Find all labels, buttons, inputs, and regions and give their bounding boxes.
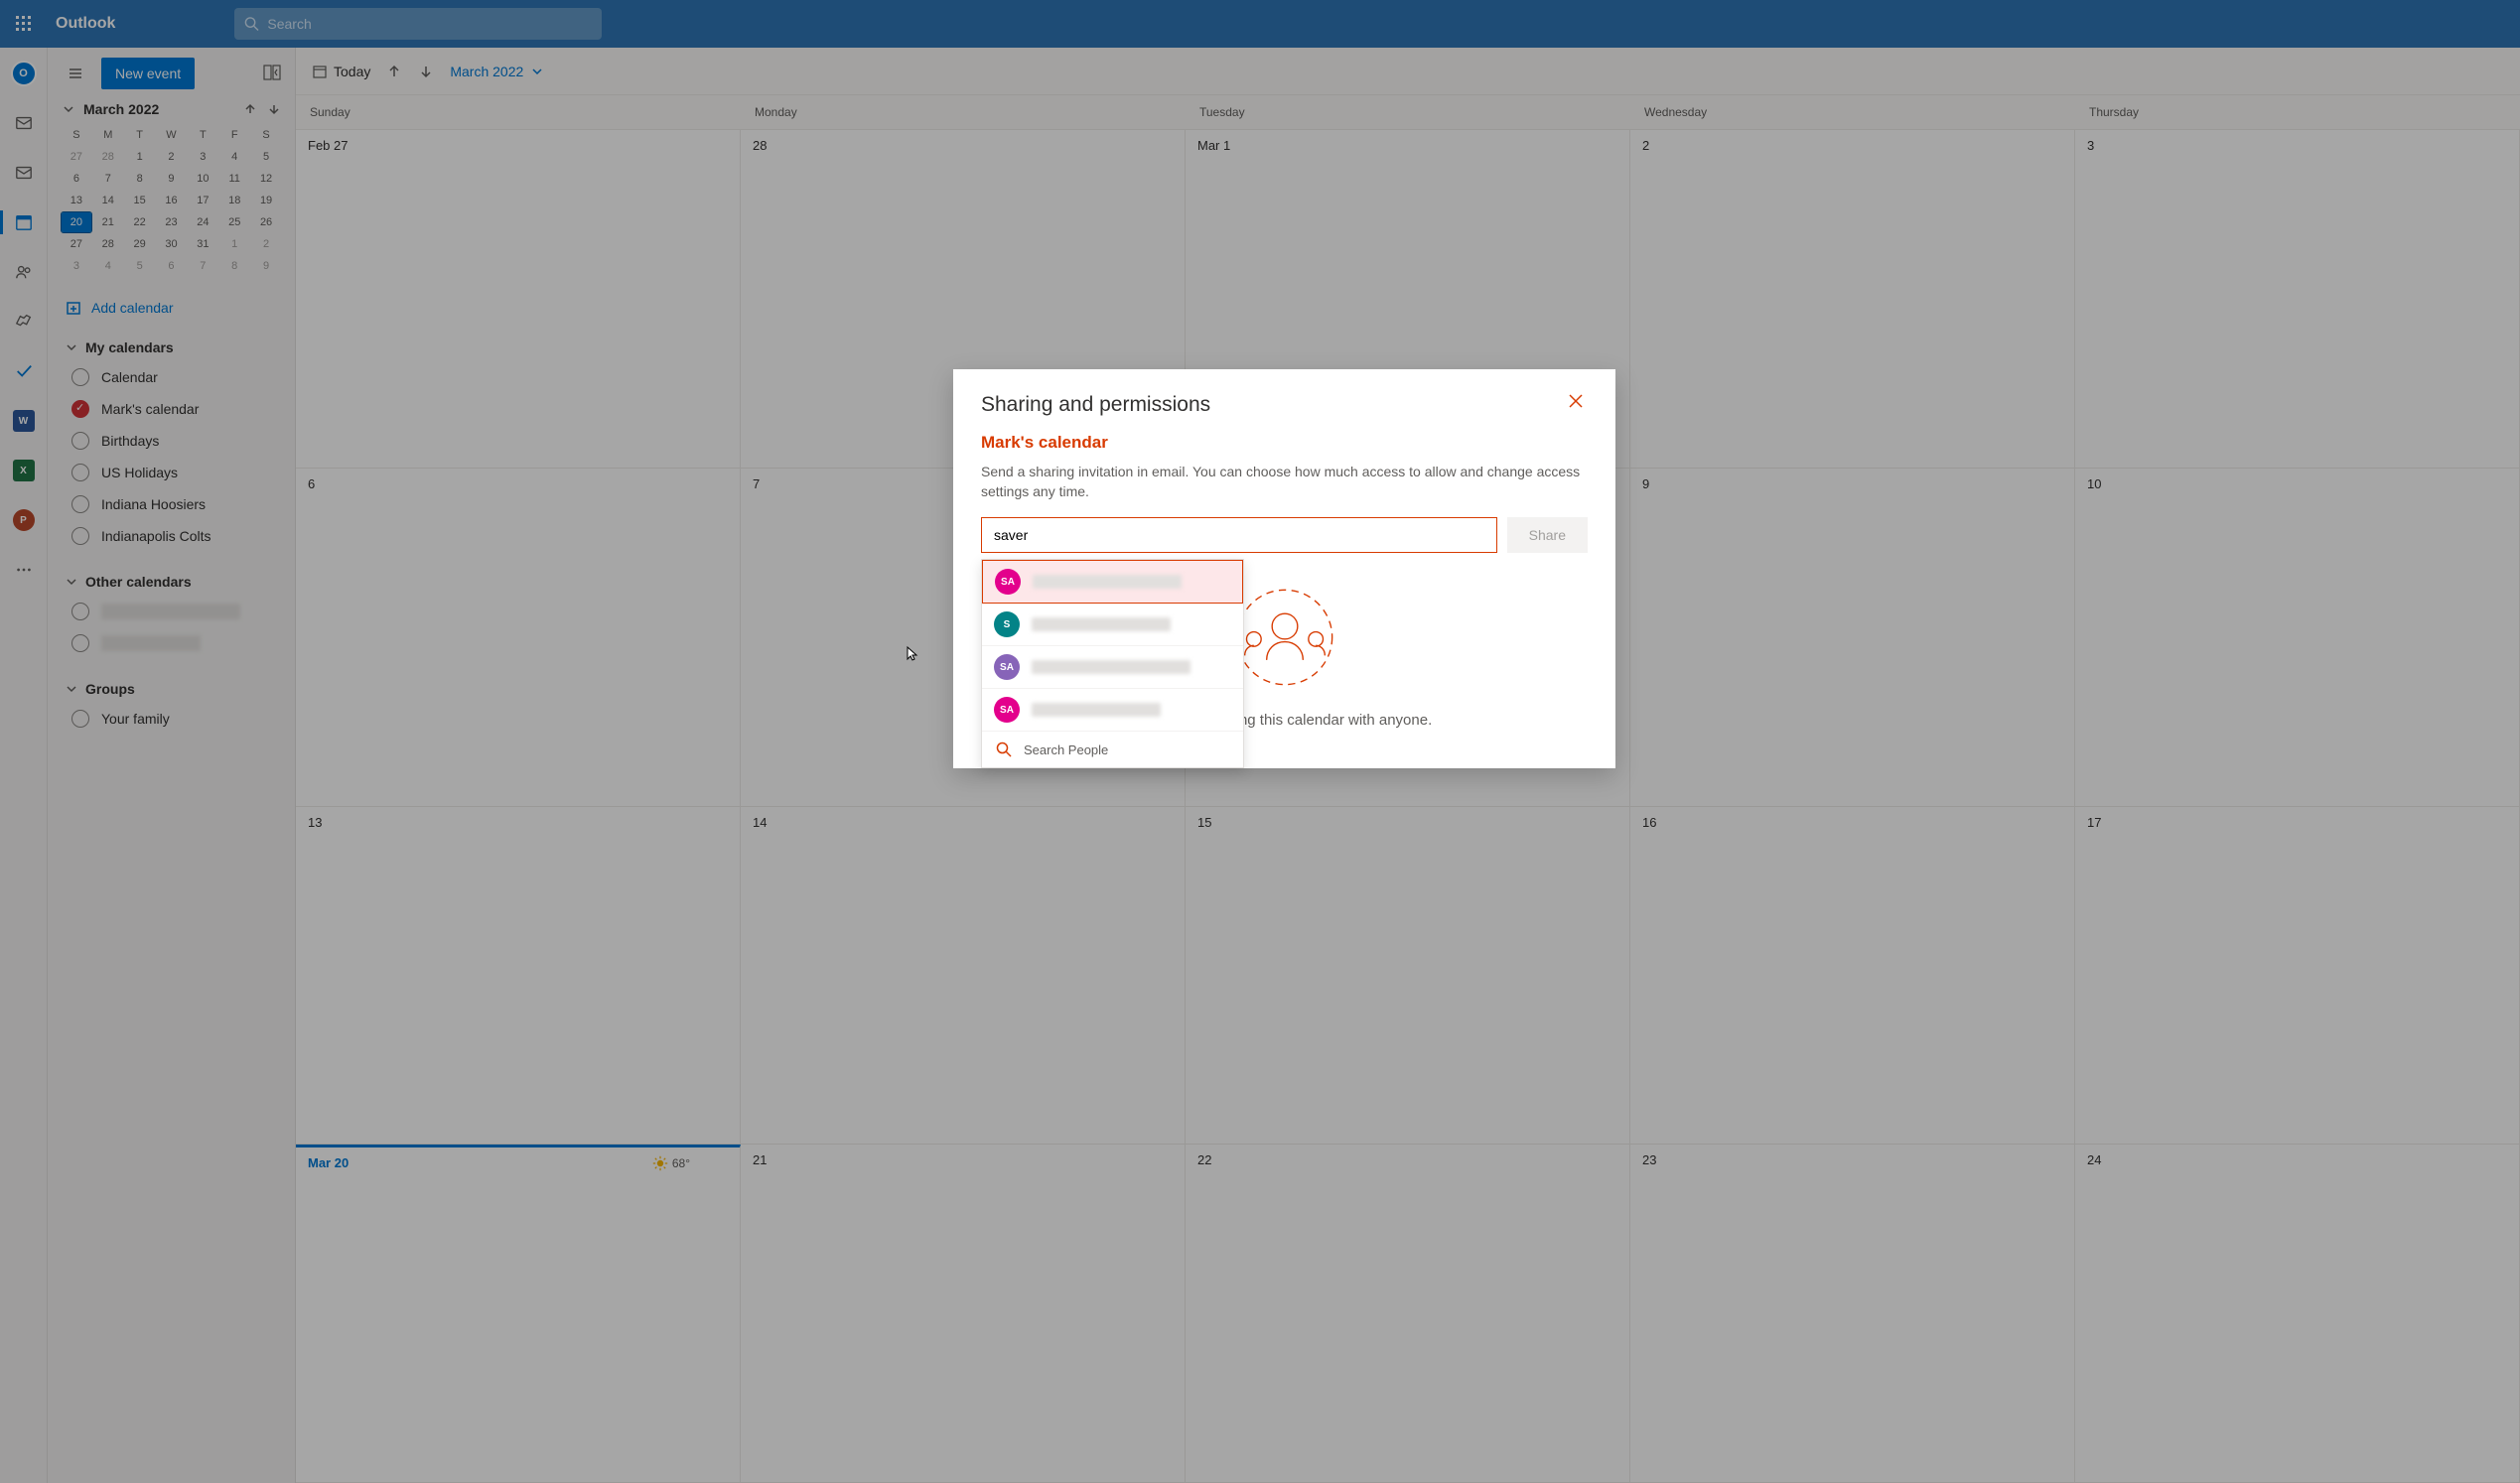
close-icon[interactable] <box>1568 393 1588 413</box>
share-button[interactable]: Share <box>1507 517 1588 553</box>
search-people-link[interactable]: Search People <box>982 732 1243 767</box>
avatar: SA <box>994 654 1020 680</box>
suggestion-item[interactable]: SA <box>982 560 1243 604</box>
suggestion-name-redacted <box>1032 703 1161 717</box>
suggestion-name-redacted <box>1032 617 1171 631</box>
suggestion-item[interactable]: SA <box>982 646 1243 689</box>
modal-calendar-name: Mark's calendar <box>981 433 1588 453</box>
suggestion-item[interactable]: S <box>982 604 1243 646</box>
suggestion-name-redacted <box>1032 660 1190 674</box>
modal-title: Sharing and permissions <box>981 393 1210 417</box>
people-suggestions-dropdown: SA S SA SA Search People <box>981 559 1244 768</box>
modal-description: Send a sharing invitation in email. You … <box>981 463 1588 501</box>
sharing-modal: Sharing and permissions Mark's calendar … <box>953 369 1615 768</box>
share-email-input[interactable] <box>981 517 1497 553</box>
avatar: SA <box>995 569 1021 595</box>
avatar: S <box>994 611 1020 637</box>
cursor-icon <box>906 645 921 661</box>
avatar: SA <box>994 697 1020 723</box>
suggestion-item[interactable]: SA <box>982 689 1243 732</box>
suggestion-name-redacted <box>1033 575 1182 589</box>
